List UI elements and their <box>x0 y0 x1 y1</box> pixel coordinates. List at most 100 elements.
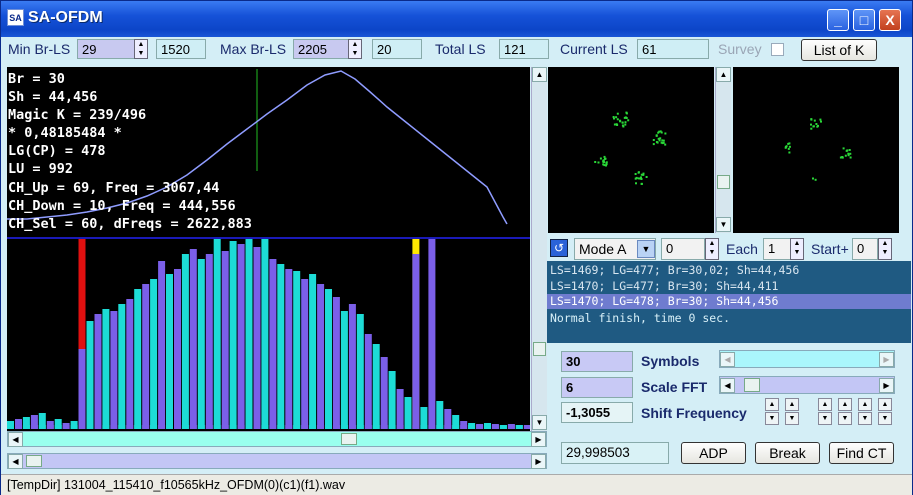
spectrum-bar <box>428 239 436 429</box>
constellation-point <box>599 157 602 160</box>
shift-frequency-field[interactable]: -1,3055 <box>561 402 633 423</box>
mode-number-field[interactable]: 0 <box>661 238 705 260</box>
constellation-point <box>817 124 819 127</box>
scroll-down-button[interactable]: ▼ <box>532 415 547 430</box>
shift-spinner-3[interactable]: ▲ ▼ <box>818 398 832 426</box>
spectrum-baseline-cell <box>388 425 396 429</box>
spectrum-bars <box>7 239 530 429</box>
constellation-scroll-down-button[interactable]: ▼ <box>716 217 731 232</box>
min-br-secondary-field[interactable]: 1520 <box>156 39 206 59</box>
each-spinner[interactable]: ▲ ▼ <box>790 238 804 260</box>
constellation-point <box>597 161 600 164</box>
find-ct-button[interactable]: Find CT <box>829 442 894 464</box>
spectrum-bar <box>213 239 221 429</box>
constellation-point <box>788 142 791 145</box>
maximize-button[interactable]: □ <box>853 9 875 31</box>
constellation-point <box>810 118 813 121</box>
result-log[interactable]: LS=1469; LG=477; Br=30,02; Sh=44,456 LS=… <box>547 261 911 343</box>
symbols-slider[interactable]: ◀ ▶ <box>719 350 895 368</box>
constellation-point <box>820 120 822 123</box>
spectrum-baseline-cell <box>197 425 205 429</box>
constellation-plot-left <box>594 111 667 185</box>
scale-fft-field[interactable]: 6 <box>561 377 633 398</box>
scroll-thumb[interactable] <box>533 342 546 356</box>
spectrum-baseline-cell <box>15 425 22 429</box>
survey-checkbox[interactable] <box>771 43 784 56</box>
shift-spinner-6[interactable]: ▲ ▼ <box>878 398 892 426</box>
constellation-scrollbar[interactable]: ▲ ▼ <box>715 67 731 233</box>
symbols-slider-right[interactable]: ▶ <box>879 352 894 367</box>
min-br-spinner[interactable]: ▲ ▼ <box>134 39 148 59</box>
break-button[interactable]: Break <box>755 442 820 464</box>
constellation-point <box>652 139 655 141</box>
constellation-point <box>603 161 605 164</box>
minimize-button[interactable]: _ <box>827 9 849 31</box>
app-logo-icon: SA <box>7 9 24 26</box>
list-of-k-button[interactable]: List of K <box>801 39 877 61</box>
max-br-input[interactable]: 2205 <box>293 39 349 59</box>
horizontal-scroll-thumb[interactable] <box>341 433 357 445</box>
constellation-point <box>616 118 619 121</box>
max-br-spinner[interactable]: ▲ ▼ <box>348 39 362 59</box>
constellation-point <box>621 124 624 127</box>
constellation-point <box>849 152 852 155</box>
scroll-up-button[interactable]: ▲ <box>532 67 547 82</box>
spectrum-bar <box>102 309 110 429</box>
zoom-horizontal-scrollbar[interactable]: ◀ ▶ <box>7 453 547 469</box>
start-spinner[interactable]: ▲ ▼ <box>878 238 892 260</box>
spectrum-bar <box>356 314 364 429</box>
constellation-point <box>637 177 640 180</box>
constellation-point <box>619 119 622 122</box>
spectrum-horizontal-scrollbar[interactable]: ◀ ▶ <box>7 431 547 447</box>
constellation-scroll-up-button[interactable]: ▲ <box>716 67 731 82</box>
mode-number-spinner[interactable]: ▲ ▼ <box>705 238 719 260</box>
zoom-scroll-left-button[interactable]: ◀ <box>8 454 23 469</box>
constellation-point <box>661 139 664 142</box>
close-button[interactable]: X <box>879 9 901 31</box>
spectrum-vertical-scrollbar[interactable]: ▲ ▼ <box>531 67 547 431</box>
spectrum-bar <box>245 239 253 429</box>
constellation-point <box>594 161 597 163</box>
zoom-scroll-right-button[interactable]: ▶ <box>531 454 546 469</box>
shift-spinner-5[interactable]: ▲ ▼ <box>858 398 872 426</box>
spectrum-bar <box>158 261 166 429</box>
spectrum-bar <box>301 279 309 429</box>
shift-spinner-4[interactable]: ▲ ▼ <box>838 398 852 426</box>
scroll-right-button[interactable]: ▶ <box>531 432 546 447</box>
scroll-left-button[interactable]: ◀ <box>8 432 23 447</box>
spectrum-baseline-cell <box>428 425 436 429</box>
spectrum-bar <box>388 371 396 429</box>
max-br-secondary-field[interactable]: 20 <box>372 39 422 59</box>
constellation-point <box>787 147 790 150</box>
scale-slider-right[interactable]: ▶ <box>879 378 894 393</box>
adp-button[interactable]: ADP <box>681 442 746 464</box>
shift-spinner-2[interactable]: ▲ ▼ <box>785 398 799 426</box>
spectrum-bar <box>404 397 412 429</box>
zoom-scroll-thumb[interactable] <box>26 455 42 467</box>
chevron-down-icon[interactable]: ▼ <box>637 240 655 258</box>
symbols-field[interactable]: 30 <box>561 351 633 372</box>
spectrum-baseline-cell <box>396 425 404 429</box>
spectrum-bar <box>166 274 173 429</box>
info-line: CH_Sel = 60, dFreqs = 2622,883 <box>8 215 252 232</box>
status-bar: [TempDir] 131004_115410_f10565kHz_OFDM(0… <box>1 474 912 495</box>
min-br-input[interactable]: 29 <box>77 39 135 59</box>
scale-slider-thumb[interactable] <box>744 378 760 392</box>
symbols-slider-left[interactable]: ◀ <box>720 352 735 367</box>
spectrum-baseline-cell <box>213 425 221 429</box>
start-field[interactable]: 0 <box>852 238 878 260</box>
title-bar[interactable]: SA SA-OFDM _ □ X <box>1 1 912 37</box>
app-window: SA SA-OFDM _ □ X Min Br-LS 29 ▲ ▼ 1520 Ma… <box>0 0 913 495</box>
constellation-point <box>613 123 616 126</box>
refresh-icon[interactable]: ↺ <box>550 239 568 257</box>
spectrum-baseline-cell <box>348 425 356 429</box>
constellation-point <box>815 123 818 125</box>
scale-fft-slider[interactable]: ◀ ▶ <box>719 376 895 394</box>
spectrum-baseline-cell <box>150 425 158 429</box>
scale-slider-left[interactable]: ◀ <box>720 378 735 393</box>
each-field[interactable]: 1 <box>763 238 791 260</box>
constellation-point <box>788 151 791 154</box>
shift-spinner-1[interactable]: ▲ ▼ <box>765 398 779 426</box>
constellation-point <box>814 178 817 181</box>
constellation-scroll-thumb[interactable] <box>717 175 730 189</box>
